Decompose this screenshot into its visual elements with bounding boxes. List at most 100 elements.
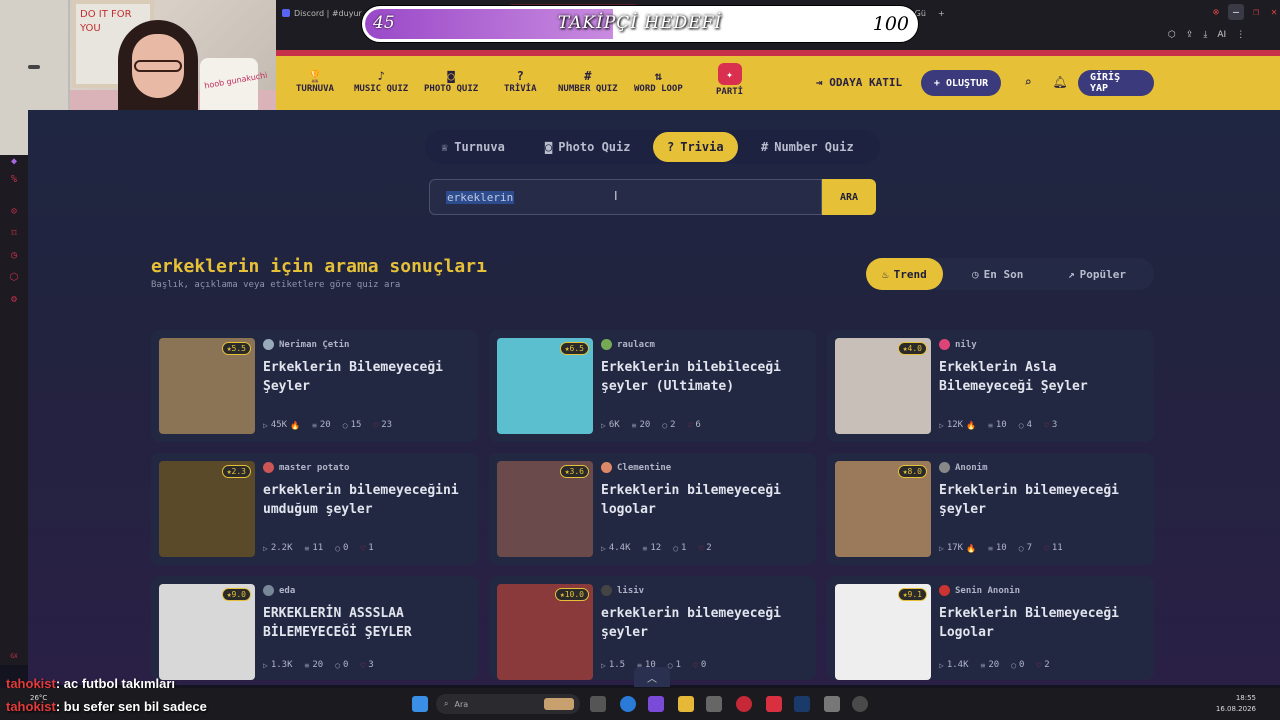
quiz-title[interactable]: erkeklerin bilemeyeceği şeyler (601, 604, 806, 642)
twitch-icon[interactable]: ◆ (8, 155, 20, 167)
close-window-icon[interactable]: ⊗ (1208, 4, 1224, 20)
menu-icon[interactable]: ⋮ (1236, 30, 1245, 40)
taskbar-search[interactable]: ⌕ Ara (436, 694, 580, 714)
settings-icon[interactable] (824, 696, 840, 712)
question-count: ≡ 20 (305, 660, 324, 670)
quiz-thumbnail[interactable]: ★8.0 (835, 461, 931, 557)
bell-icon[interactable]: 🔔︎ (1052, 74, 1068, 90)
quiz-author[interactable]: eda (263, 585, 295, 596)
task-view-icon[interactable] (590, 696, 606, 712)
quiz-author[interactable]: Senin Anonin (939, 585, 1020, 596)
quiz-thumbnail[interactable]: ★2.3 (159, 461, 255, 557)
quiz-title[interactable]: ERKEKLERİN ASSSLAA BİLEMEYECEĞİ ŞEYLER (263, 604, 468, 642)
quiz-title[interactable]: erkeklerin bilemeyeceğini umduğum şeyler (263, 481, 468, 519)
nav-item-trophy[interactable]: 🏆 TURNUVA (296, 68, 334, 94)
like-count[interactable]: ♡ 3 (360, 660, 373, 670)
cube-icon[interactable]: ⬡ (8, 271, 20, 283)
like-count[interactable]: ♡ 3 (1044, 420, 1057, 430)
quiz-author[interactable]: Anonim (939, 462, 988, 473)
quiz-title[interactable]: Erkeklerin bilebileceği şeyler (Ultimate… (601, 358, 806, 396)
join-room-link[interactable]: ⇥ ODAYA KATIL (816, 76, 902, 89)
like-count[interactable]: ♡ 2 (1036, 660, 1049, 670)
tab-hash[interactable]: # Number Quiz (747, 132, 868, 162)
nav-item-sort[interactable]: ⇅ WORD LOOP (634, 68, 683, 94)
extension-icon[interactable]: ⬡ (1168, 30, 1176, 40)
percent-icon[interactable]: % (8, 173, 20, 185)
quiz-title[interactable]: Erkeklerin Bilemeyeceği Şeyler (263, 358, 468, 396)
quiz-card[interactable]: ★3.6 Clementine Erkeklerin bilemeyeceği lo… (489, 453, 816, 565)
close-icon[interactable]: ✕ (1266, 4, 1280, 20)
share-icon[interactable]: ⇪ (1186, 30, 1194, 40)
tab-trophy[interactable]: ♕ Turnuva (427, 132, 519, 162)
like-count[interactable]: ♡ 2 (698, 543, 711, 553)
sort-trending[interactable]: ↗ Popüler (1052, 258, 1142, 290)
store-icon[interactable] (706, 696, 722, 712)
nav-item-hash[interactable]: # NUMBER QUIZ (558, 68, 618, 94)
like-count[interactable]: ♡ 6 (688, 420, 701, 430)
quiz-title[interactable]: Erkeklerin bilemeyeceği logolar (601, 481, 806, 519)
quiz-card[interactable]: ★10.0 lisiv erkeklerin bilemeyeceği şeyler… (489, 576, 816, 680)
like-count[interactable]: ♡ 11 (1044, 543, 1063, 553)
quiz-card[interactable]: ★9.1 Senin Anonin Erkeklerin Bilemeyeceği … (827, 576, 1154, 680)
quiz-author[interactable]: raulacm (601, 339, 655, 350)
sort-clock[interactable]: ◷ En Son (956, 258, 1039, 290)
quiz-thumbnail[interactable]: ★5.5 (159, 338, 255, 434)
nav-item-question[interactable]: ? TRİVİA (504, 68, 537, 94)
bookmark-icon[interactable]: ⌑ (8, 227, 20, 239)
copilot-icon[interactable] (648, 696, 664, 712)
create-button[interactable]: + OLUŞTUR (921, 70, 1001, 96)
ai-icon[interactable]: AI (1217, 30, 1226, 40)
quiz-card[interactable]: ★5.5 Neriman Çetin Erkeklerin Bilemeyeceği… (151, 330, 478, 442)
minimize-window-icon[interactable]: – (1228, 4, 1244, 20)
quiz-author[interactable]: Clementine (601, 462, 671, 473)
quiz-title[interactable]: Erkeklerin bilemeyeceği şeyler (939, 481, 1144, 519)
login-button[interactable]: GİRİŞ YAP (1078, 70, 1154, 96)
quiz-thumbnail[interactable]: ★10.0 (497, 584, 593, 680)
search-icon[interactable]: ⌕ (1020, 74, 1036, 90)
quiz-thumbnail[interactable]: ★9.0 (159, 584, 255, 680)
webcam-streamer-glasses (134, 60, 182, 72)
quiz-card[interactable]: ★4.0 nily Erkeklerin Asla Bilemeyeceği Şey… (827, 330, 1154, 442)
quiz-card[interactable]: ★8.0 Anonim Erkeklerin bilemeyeceği şeyler… (827, 453, 1154, 565)
quiz-author[interactable]: lisiv (601, 585, 644, 596)
obs-icon[interactable] (852, 696, 868, 712)
quiz-card[interactable]: ★6.5 raulacm Erkeklerin bilebileceği şeyle… (489, 330, 816, 442)
like-count[interactable]: ♡ 0 (693, 660, 706, 670)
quiz-title[interactable]: Erkeklerin Asla Bilemeyeceği Şeyler (939, 358, 1144, 396)
browser-tab[interactable]: Discord | #duyur (276, 4, 368, 22)
opera-gx-icon[interactable] (736, 696, 752, 712)
quiz-title[interactable]: Erkeklerin Bilemeyeceği Logolar (939, 604, 1144, 642)
scroll-up-button[interactable]: ︿ (634, 667, 670, 687)
windows-start-icon[interactable] (412, 696, 428, 712)
history-icon[interactable]: ◷ (8, 249, 20, 261)
nav-item-party[interactable]: ✦ PARTİ (716, 63, 743, 97)
tab-question[interactable]: ? Trivia (653, 132, 738, 162)
like-count[interactable]: ♡ 23 (373, 420, 392, 430)
download-icon[interactable]: ⤓ (1203, 30, 1207, 40)
search-input[interactable]: erkeklerin I (429, 179, 822, 215)
settings-icon[interactable]: ⚙ (8, 293, 20, 305)
edge-icon[interactable] (620, 696, 636, 712)
like-count[interactable]: ♡ 1 (360, 543, 373, 553)
nav-item-music[interactable]: ♪ MUSIC QUIZ (354, 68, 408, 94)
taskbar-clock[interactable]: 18:55 16.08.2026 (1216, 693, 1256, 715)
restore-window-icon[interactable]: ❐ (1248, 4, 1264, 20)
app-icon[interactable] (766, 696, 782, 712)
new-tab-button[interactable]: + (932, 4, 951, 22)
quiz-thumbnail[interactable]: ★6.5 (497, 338, 593, 434)
quiz-thumbnail[interactable]: ★3.6 (497, 461, 593, 557)
quiz-thumbnail[interactable]: ★9.1 (835, 584, 931, 680)
tab-camera[interactable]: ◙ Photo Quiz (531, 132, 644, 162)
nav-item-camera[interactable]: ◙ PHOTO QUIZ (424, 68, 478, 94)
quiz-author[interactable]: master potato (263, 462, 349, 473)
sort-flame[interactable]: ♨ Trend (866, 258, 943, 290)
play-icon[interactable]: ⊙ (8, 205, 20, 217)
steam-icon[interactable] (794, 696, 810, 712)
quiz-card[interactable]: ★2.3 master potato erkeklerin bilemeyeceği… (151, 453, 478, 565)
quiz-card[interactable]: ★9.0 eda ERKEKLERİN ASSSLAA BİLEMEYECEĞİ Ş… (151, 576, 478, 680)
quiz-author[interactable]: nily (939, 339, 977, 350)
file-explorer-icon[interactable] (678, 696, 694, 712)
quiz-author[interactable]: Neriman Çetin (263, 339, 349, 350)
quiz-thumbnail[interactable]: ★4.0 (835, 338, 931, 434)
search-button[interactable]: ARA (822, 179, 876, 215)
